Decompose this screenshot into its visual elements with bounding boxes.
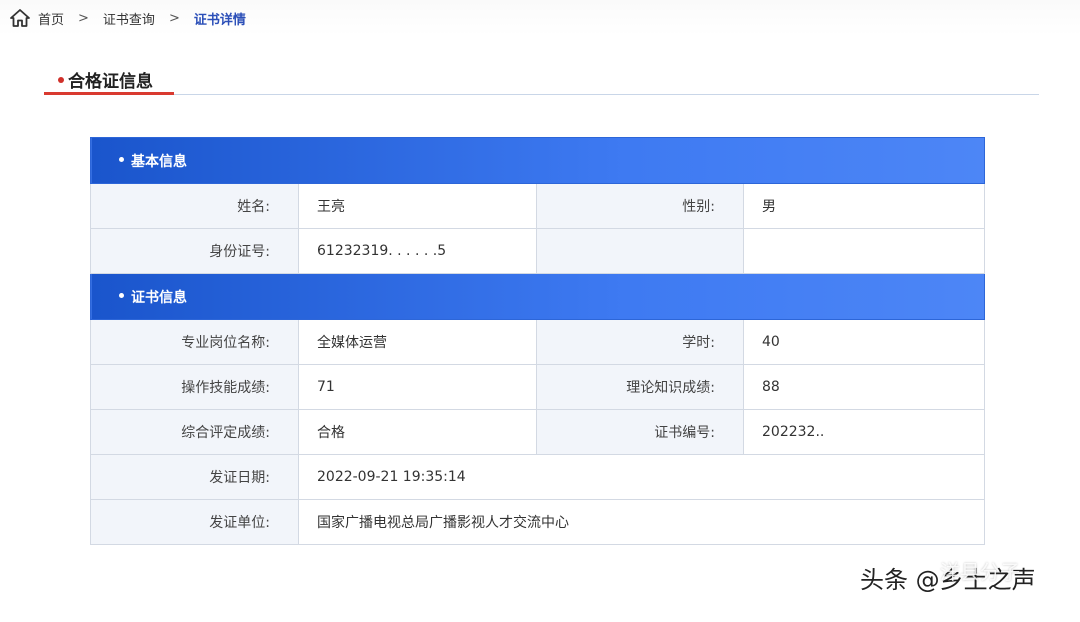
bullet-icon [119, 157, 124, 162]
home-icon[interactable] [10, 9, 30, 27]
id-number-text: 61232319. . . . . .5 [317, 243, 447, 259]
name-label: 姓名: [90, 183, 299, 229]
title-underline-accent [44, 92, 174, 95]
page-title: 合格证信息 [58, 67, 153, 92]
basic-info-header: 基本信息 [90, 137, 985, 184]
hours-label: 学时: [536, 319, 744, 365]
table-row: 发证日期: 2022-09-21 19:35:14 [90, 454, 985, 500]
breadcrumb: 首页 > 证书查询 > 证书详情 [10, 9, 246, 28]
cert-info-title: 证书信息 [131, 289, 187, 306]
bullet-icon [119, 293, 124, 298]
cert-info-header: 证书信息 [90, 273, 985, 320]
issuer-label: 发证单位: [90, 499, 299, 545]
skill-score-label: 操作技能成绩: [90, 364, 299, 410]
position-value: 全媒体运营 [298, 319, 537, 365]
breadcrumb-cert-query[interactable]: 证书查询 [103, 9, 155, 28]
section-header-row: 基本信息 [90, 137, 985, 184]
empty-label-cell [536, 228, 744, 274]
section-header-row: 证书信息 [90, 273, 985, 320]
table-row: 综合评定成绩: 合格 证书编号: 202232.. [90, 409, 985, 455]
table-row: 发证单位: 国家广播电视总局广播影视人才交流中心 [90, 499, 985, 545]
empty-value-cell [743, 228, 985, 274]
theory-score-value: 88 [743, 364, 985, 410]
overall-score-label: 综合评定成绩: [90, 409, 299, 455]
table-row: 操作技能成绩: 71 理论知识成绩: 88 [90, 364, 985, 410]
title-divider [44, 94, 1039, 95]
watermark-subtext: 洋县分子 [940, 560, 1020, 584]
gender-label: 性别: [536, 183, 744, 229]
position-label: 专业岗位名称: [90, 319, 299, 365]
watermark: 头条 @乡土之声 洋县分子 [860, 558, 1036, 595]
title-dot-icon [58, 76, 64, 83]
table-row: 身份证号: 61232319. . . . . .5 [90, 228, 985, 274]
overall-score-value: 合格 [298, 409, 537, 455]
name-value: 王亮 [298, 183, 537, 229]
cert-number-label: 证书编号: [536, 409, 744, 455]
basic-info-title: 基本信息 [131, 153, 187, 170]
issuer-value: 国家广播电视总局广播影视人才交流中心 [298, 499, 985, 545]
issue-date-label: 发证日期: [90, 454, 299, 500]
skill-score-value: 71 [298, 364, 537, 410]
cert-number-text: 202232.. [762, 424, 825, 440]
gender-value: 男 [743, 183, 985, 229]
cert-number-value: 202232.. [743, 409, 985, 455]
breadcrumb-cert-detail: 证书详情 [193, 12, 246, 28]
table-row: 专业岗位名称: 全媒体运营 学时: 40 [90, 319, 985, 365]
id-number-value: 61232319. . . . . .5 [298, 228, 537, 274]
certificate-info-table: 基本信息 姓名: 王亮 性别: 男 身份证号: 61232319. . . . … [90, 137, 985, 545]
table-row: 姓名: 王亮 性别: 男 [90, 183, 985, 229]
breadcrumb-separator: > [168, 10, 180, 26]
breadcrumb-separator: > [78, 10, 89, 26]
id-number-label: 身份证号: [90, 228, 299, 274]
issue-date-value: 2022-09-21 19:35:14 [298, 454, 985, 500]
wechat-logo-icon [896, 558, 919, 574]
hours-value: 40 [743, 319, 985, 365]
breadcrumb-home[interactable]: 首页 [38, 9, 64, 28]
page-title-text: 合格证信息 [68, 72, 153, 92]
theory-score-label: 理论知识成绩: [536, 364, 744, 410]
